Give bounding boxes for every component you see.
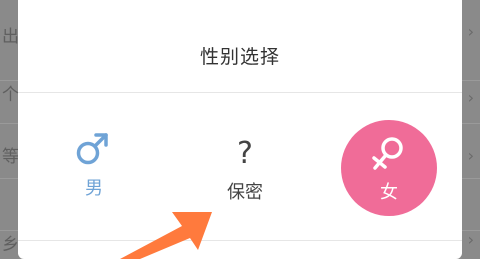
- male-symbol-icon: [76, 133, 108, 165]
- gender-select-dialog: 性别选择 男 ? 保密 女: [18, 0, 462, 259]
- option-label-male: 男: [85, 178, 103, 199]
- list-item-label: 等: [2, 147, 19, 167]
- bottom-divider: [18, 240, 462, 241]
- gender-option-female[interactable]: 女: [341, 120, 437, 216]
- gender-option-secret[interactable]: ? 保密: [210, 138, 280, 204]
- chevron-right-icon: ›: [467, 88, 474, 107]
- gender-option-male[interactable]: 男: [68, 132, 120, 200]
- list-item-label: 个: [2, 85, 19, 105]
- chevron-right-icon: ›: [467, 230, 474, 249]
- female-symbol-icon: [372, 137, 403, 170]
- title-divider: [18, 92, 462, 93]
- question-mark-icon: ?: [237, 136, 253, 171]
- orange-pointer-arrow-icon: [120, 212, 212, 259]
- list-item-label: 乡: [2, 235, 19, 255]
- list-item-label: 出: [2, 27, 19, 47]
- option-label-female: 女: [380, 182, 398, 203]
- dialog-title: 性别选择: [199, 46, 280, 68]
- chevron-right-icon: ›: [467, 146, 474, 165]
- option-label-secret: 保密: [227, 182, 263, 203]
- chevron-right-icon: ›: [467, 22, 474, 41]
